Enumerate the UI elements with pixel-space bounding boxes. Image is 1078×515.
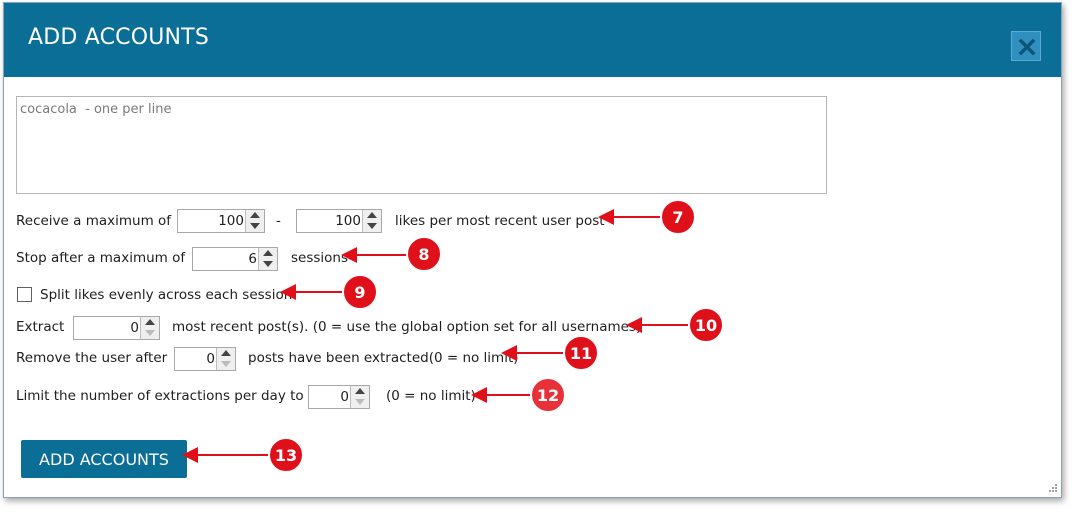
annotation-8-number: 8 [418, 245, 429, 264]
annotation-9-number: 9 [354, 283, 365, 302]
annotation-13: 13 [182, 437, 304, 473]
annotation-13-number: 13 [275, 446, 297, 465]
annotation-12-number: 12 [537, 386, 559, 405]
annotation-8: 8 [341, 236, 442, 272]
annotation-11: 11 [501, 335, 599, 371]
annotation-overlay: 7 8 9 10 11 12 13 [182, 199, 724, 473]
annotation-12: 12 [471, 377, 566, 413]
annotation-7-number: 7 [672, 208, 683, 227]
annotation-9: 9 [280, 274, 378, 310]
annotation-10-number: 10 [695, 316, 717, 335]
annotation-7: 7 [598, 199, 696, 235]
annotation-11-number: 11 [570, 344, 592, 363]
annotation-10: 10 [626, 307, 724, 343]
